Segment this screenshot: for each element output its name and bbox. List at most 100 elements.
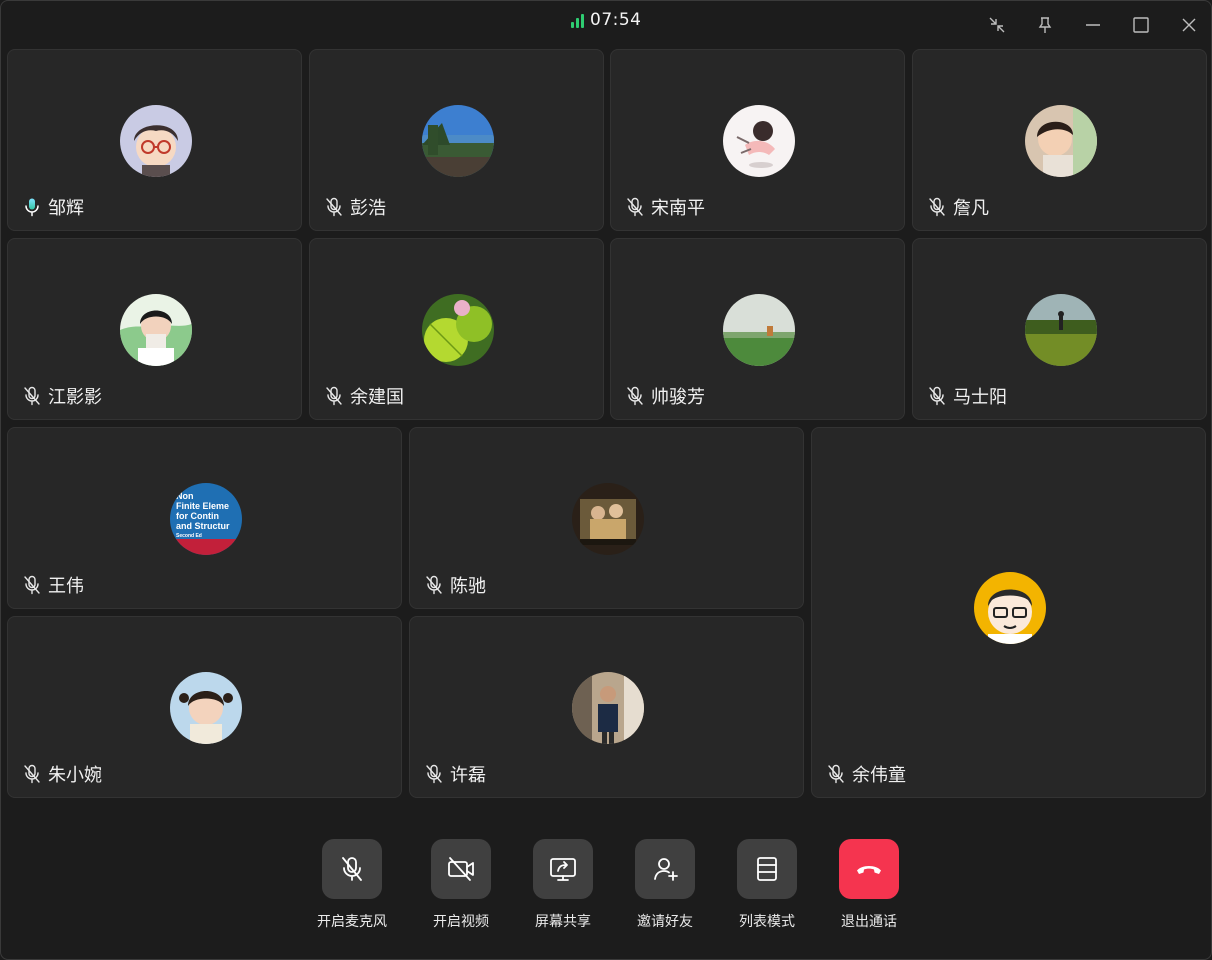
close-icon [1182,18,1196,32]
mic-muted-icon [24,575,40,595]
signal-strength-icon [571,12,584,28]
mic-muted-icon [929,197,945,217]
mic-status [625,197,645,217]
participant-tile[interactable]: Non Finite Eleme for Contin and Structur Sec… [7,427,402,609]
avatar-image [169,672,242,744]
mic-muted-icon [828,764,844,784]
participant-nameplate: 朱小婉 [22,761,102,787]
participant-nameplate: 詹凡 [927,194,989,220]
mic-status [22,197,42,217]
pin-button[interactable] [1033,13,1057,37]
maximize-icon [1133,17,1149,33]
list-mode-label: 列表模式 [739,914,795,930]
mic-muted-icon [24,764,40,784]
mic-status [424,764,444,784]
participant-name: 詹凡 [953,198,989,219]
mic-muted-icon [326,386,342,406]
book-cover-text: Finite Eleme [176,501,229,511]
mic-muted-icon [627,386,643,406]
call-status: 07:54 [571,10,642,30]
invite-button[interactable]: 邀请好友 [625,839,705,939]
participant-name: 帅骏芳 [651,387,705,408]
avatar-image [973,571,1046,644]
screen-share-icon [550,858,576,881]
participant-name: 邹辉 [48,198,84,219]
participant-avatar [722,105,795,177]
participant-avatar: Non Finite Eleme for Contin and Structur Sec… [169,483,242,555]
participant-nameplate: 彭浩 [324,194,386,220]
participant-avatar [421,105,494,177]
list-mode-button[interactable]: 列表模式 [727,839,807,939]
avatar-image [571,483,644,555]
participant-tile[interactable]: 彭浩 [309,49,604,231]
avatar-image [571,672,644,744]
participant-avatar [1024,105,1097,177]
hang-up-icon [857,866,881,874]
book-cover-text: Non [176,491,194,501]
participant-tile[interactable]: 余伟童 [811,427,1206,798]
participant-nameplate: 邹辉 [22,194,84,220]
mic-muted-icon [24,386,40,406]
avatar-image [119,105,192,177]
mic-off-icon [342,857,362,881]
participant-name: 余建国 [350,387,404,408]
participant-nameplate: 江影影 [22,383,102,409]
video-toggle-button[interactable]: 开启视频 [421,839,501,939]
pin-icon [1038,17,1052,33]
mic-muted-icon [426,764,442,784]
avatar-image [722,105,795,177]
participant-name: 江影影 [48,387,102,408]
participant-tile[interactable]: 马士阳 [912,238,1207,420]
participant-name: 马士阳 [953,387,1007,408]
mic-muted-icon [929,386,945,406]
hang-up-button[interactable]: 退出通话 [829,839,909,939]
participant-avatar [973,571,1046,644]
participant-tile[interactable]: 詹凡 [912,49,1207,231]
maximize-button[interactable] [1129,13,1153,37]
participant-avatar [119,105,192,177]
shrink-button[interactable] [985,13,1009,37]
participant-tile[interactable]: 余建国 [309,238,604,420]
title-bar: 07:54 [1,1,1211,47]
avatar-image [119,294,192,366]
avatar-image [1024,105,1097,177]
list-view-icon [757,857,777,881]
close-button[interactable] [1177,13,1201,37]
book-cover-text: Second Ed [176,533,202,539]
mic-active-icon [25,198,39,217]
mic-status [625,386,645,406]
participant-avatar [119,294,192,366]
add-user-icon [654,858,678,881]
avatar-image [1024,294,1097,366]
invite-label: 邀请好友 [637,914,693,930]
participant-name: 彭浩 [350,198,386,219]
participant-avatar [169,672,242,744]
participant-tile[interactable]: 江影影 [7,238,302,420]
participant-name: 陈驰 [450,576,486,597]
mic-toggle-label: 开启麦克风 [317,914,387,930]
participant-tile[interactable]: 陈驰 [409,427,804,609]
mic-status [927,386,947,406]
participant-tile[interactable]: 宋南平 [610,49,905,231]
participant-name: 余伟童 [852,765,906,786]
minimize-button[interactable] [1081,13,1105,37]
mic-status [324,197,344,217]
participant-tile[interactable]: 朱小婉 [7,616,402,798]
video-toggle-label: 开启视频 [433,914,489,930]
participant-nameplate: 宋南平 [625,194,705,220]
participant-tile[interactable]: 帅骏芳 [610,238,905,420]
participant-avatar [1024,294,1097,366]
participant-nameplate: 许磊 [424,761,486,787]
participant-avatar [571,672,644,744]
participant-tile[interactable]: 许磊 [409,616,804,798]
mic-status [927,197,947,217]
avatar-image [421,294,494,366]
minimize-icon [1086,24,1100,26]
camera-off-icon [448,857,474,881]
avatar-image [421,105,494,177]
screen-share-button[interactable]: 屏幕共享 [523,839,603,939]
mic-status [22,386,42,406]
mic-toggle-button[interactable]: 开启麦克风 [312,839,392,939]
mic-status [424,575,444,595]
participant-tile[interactable]: 邹辉 [7,49,302,231]
